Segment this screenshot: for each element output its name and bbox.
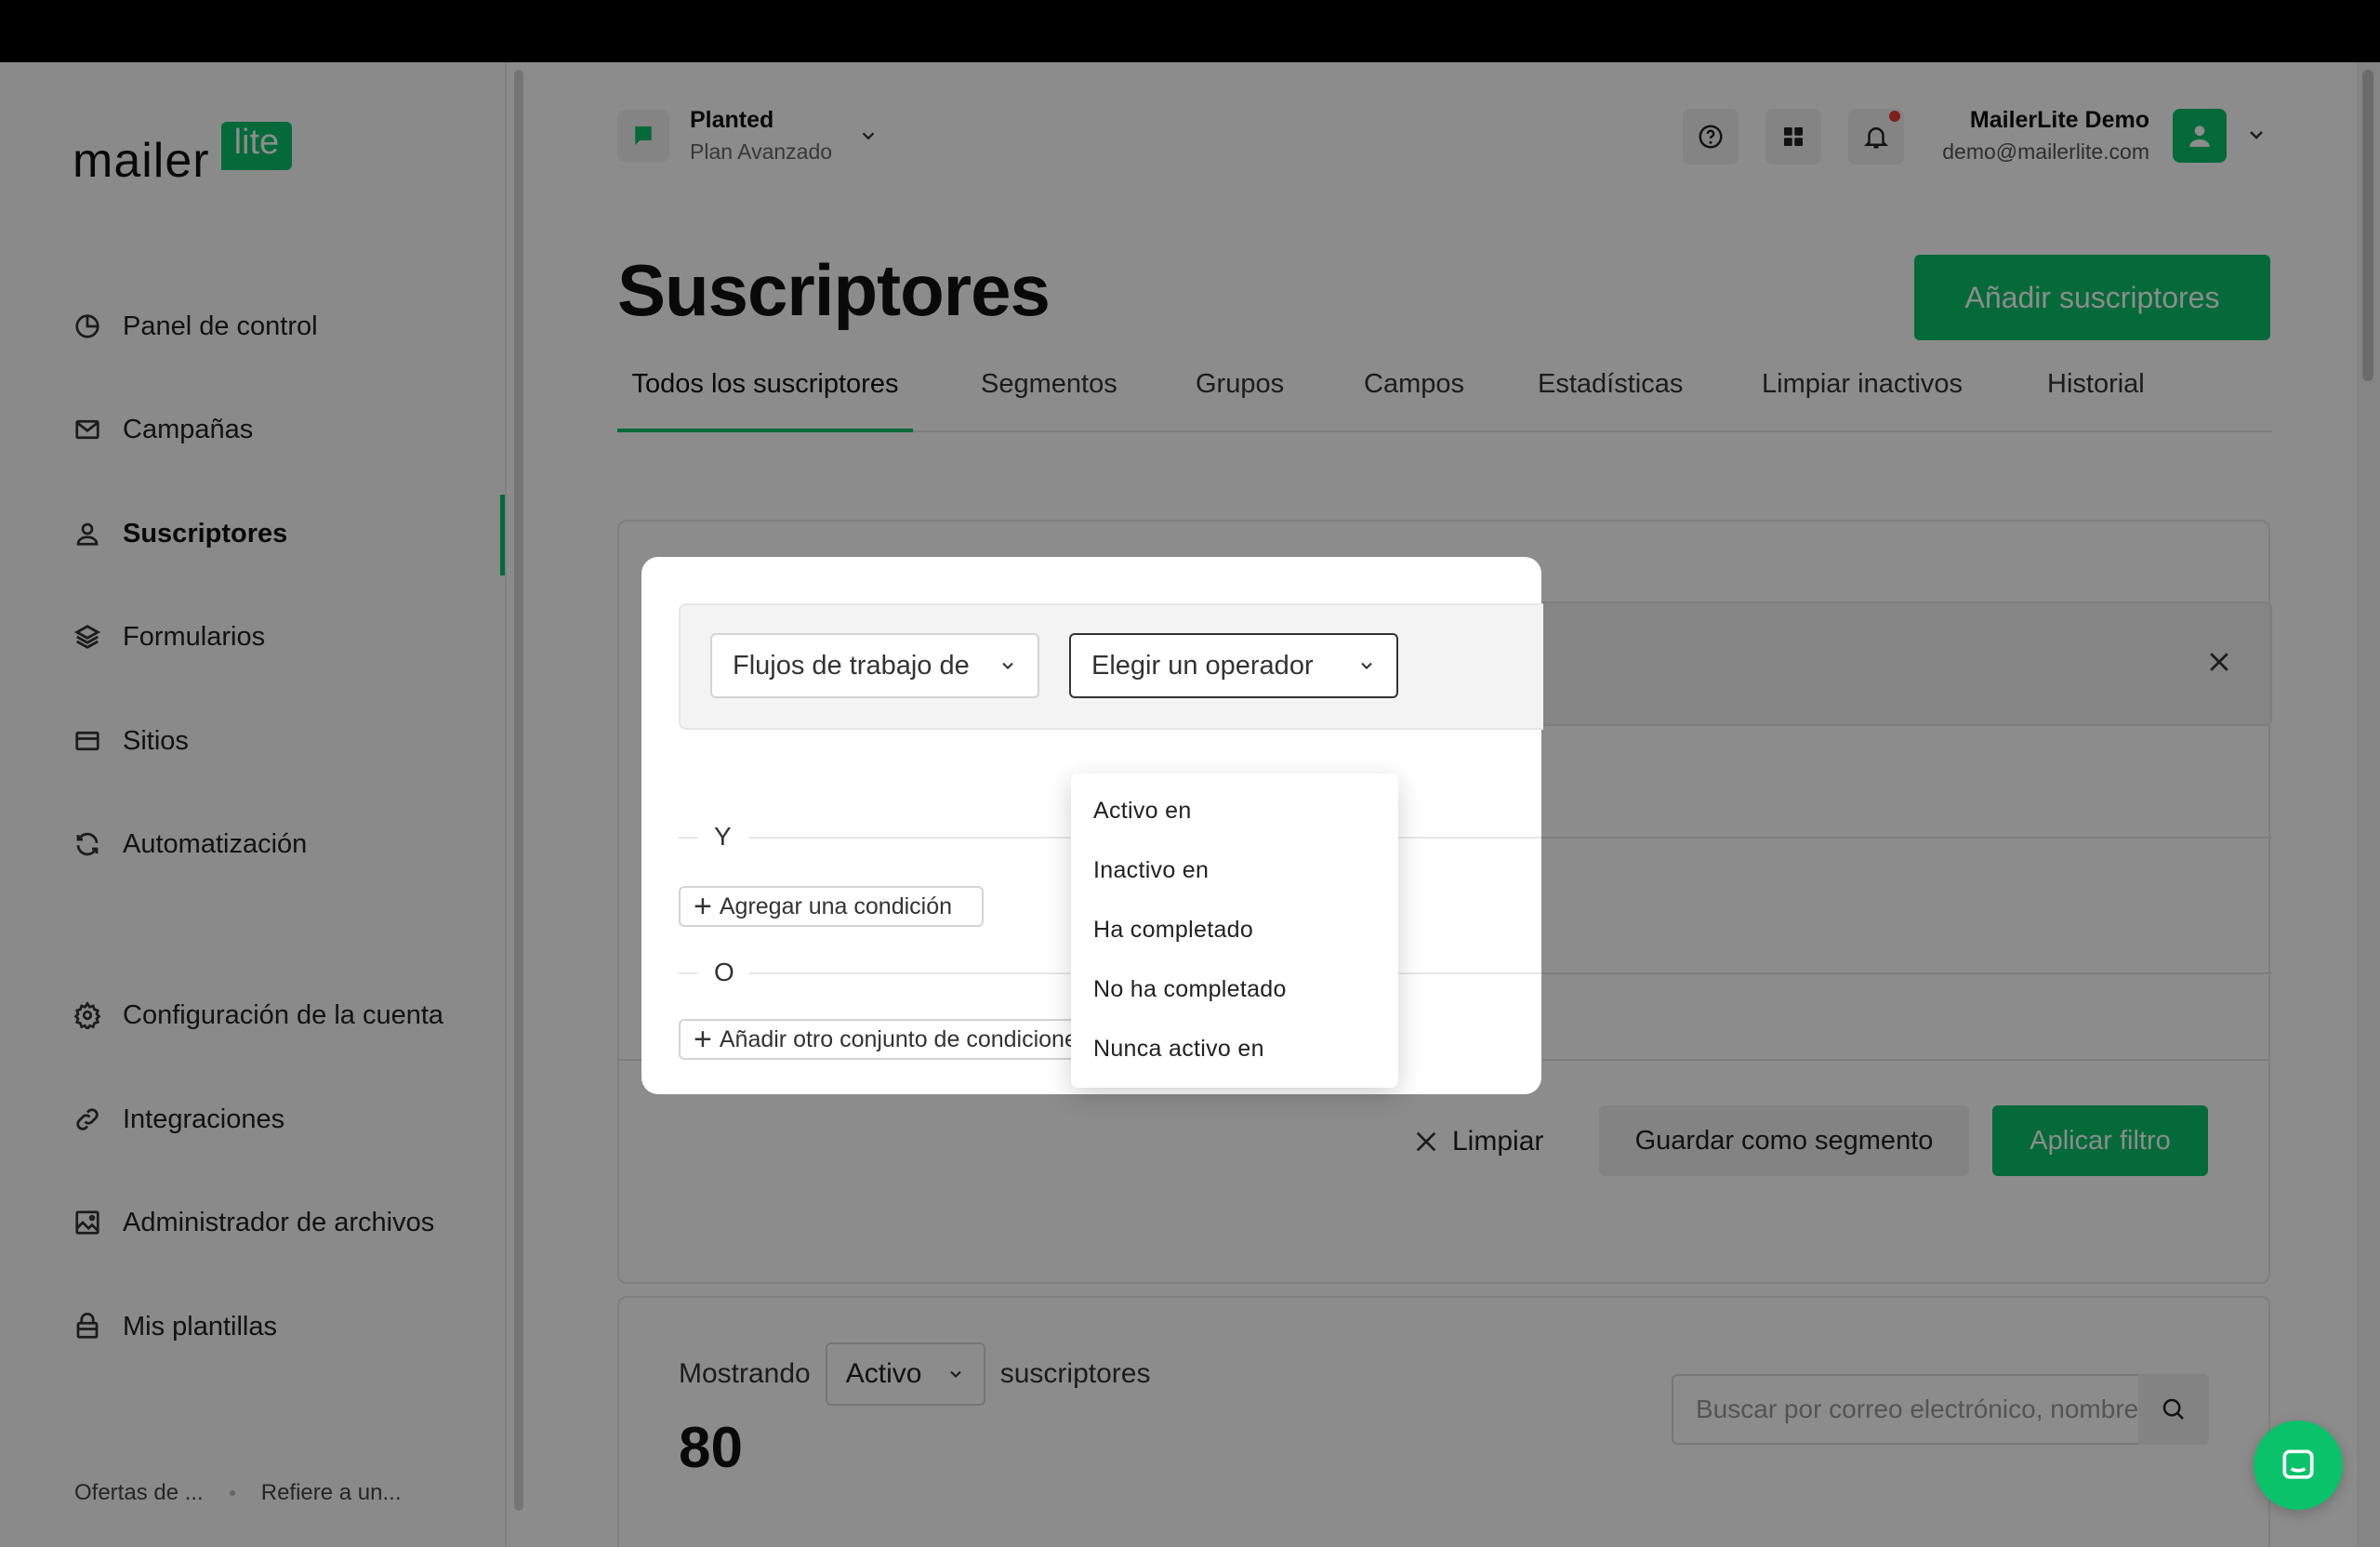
add-condition-button[interactable]: + Agregar una condición xyxy=(679,886,984,927)
operator-option-active-in[interactable]: Activo en xyxy=(1071,781,1398,840)
plus-icon: + xyxy=(694,1022,712,1057)
chat-launcher-button[interactable] xyxy=(2254,1421,2343,1510)
app-window: mailer lite Panel de control Campañas Su… xyxy=(0,62,2380,1547)
operator-option-not-completed[interactable]: No ha completado xyxy=(1071,959,1398,1019)
operator-select[interactable]: Elegir un operador xyxy=(1069,633,1398,698)
add-condition-set-button[interactable]: + Añadir otro conjunto de condiciones xyxy=(679,1019,1088,1060)
add-condition-set-label: Añadir otro conjunto de condiciones xyxy=(719,1025,1088,1052)
operator-option-completed[interactable]: Ha completado xyxy=(1071,900,1398,959)
operator-option-inactive-in[interactable]: Inactivo en xyxy=(1071,840,1398,900)
window-top-bar xyxy=(0,0,2380,62)
filter-modal: Flujos de trabajo de Elegir un operador … xyxy=(641,557,1543,1094)
operator-dropdown: Activo en Inactivo en Ha completado No h… xyxy=(1071,774,1398,1088)
operator-option-never-active-in[interactable]: Nunca activo en xyxy=(1071,1019,1398,1078)
add-condition-label: Agregar una condición xyxy=(719,892,953,919)
field-select[interactable]: Flujos de trabajo de xyxy=(710,633,1039,698)
chat-icon xyxy=(2282,1449,2314,1479)
plus-icon: + xyxy=(694,889,712,924)
or-label: O xyxy=(714,958,734,986)
field-select-value: Flujos de trabajo de xyxy=(733,650,970,681)
and-label: Y xyxy=(714,822,732,851)
chevron-down-icon xyxy=(1361,662,1372,669)
condition-row: Flujos de trabajo de Elegir un operador xyxy=(679,603,1543,730)
divider xyxy=(679,972,697,974)
operator-select-value: Elegir un operador xyxy=(1091,650,1314,681)
chevron-down-icon xyxy=(1002,662,1013,669)
divider xyxy=(679,837,697,839)
